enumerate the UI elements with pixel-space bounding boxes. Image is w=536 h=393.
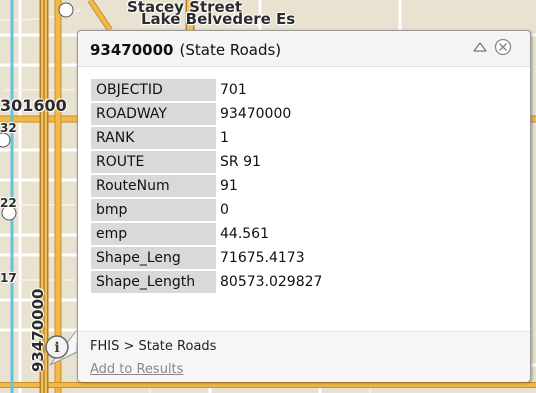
attribute-value: SR 91 <box>216 151 508 173</box>
popup-footer: FHIS > State Roads Add to Results <box>78 331 530 382</box>
attribute-row: RouteNum 91 <box>91 175 508 197</box>
attribute-key: RouteNum <box>91 175 216 197</box>
circle-x-icon[interactable] <box>494 38 512 56</box>
popup-title-id: 93470000 <box>90 41 174 59</box>
map-side-label: 22 <box>0 196 17 210</box>
triangle-up-icon[interactable] <box>472 39 488 55</box>
attribute-row: OBJECTID 701 <box>91 79 508 101</box>
attribute-key: OBJECTID <box>91 79 216 101</box>
attribute-value: 0 <box>216 199 508 221</box>
attribute-row: Shape_Length 80573.029827 <box>91 271 508 293</box>
map-route-label: 301600 <box>0 96 67 115</box>
popup-title: 93470000 (State Roads) <box>90 41 281 59</box>
map-viewer[interactable]: Stacey Street Lake Belvedere Es 301600 9… <box>0 0 536 393</box>
attribute-value: 91 <box>216 175 508 197</box>
attribute-key: emp <box>91 223 216 245</box>
popup-title-layer: (State Roads) <box>179 41 282 59</box>
attribute-key: ROADWAY <box>91 103 216 125</box>
attribute-row: emp 44.561 <box>91 223 508 245</box>
layer-breadcrumb: FHIS > State Roads <box>90 339 217 354</box>
popup-header: 93470000 (State Roads) <box>78 31 530 67</box>
attribute-row: RANK 1 <box>91 127 508 149</box>
attribute-value: 93470000 <box>216 103 508 125</box>
feature-popup: 93470000 (State Roads) OBJECTID 701 ROADW… <box>77 30 531 382</box>
attribute-row: ROADWAY 93470000 <box>91 103 508 125</box>
attribute-row: bmp 0 <box>91 199 508 221</box>
attribute-row: Shape_Leng 71675.4173 <box>91 247 508 269</box>
attribute-key: Shape_Length <box>91 271 216 293</box>
attribute-value: 701 <box>216 79 508 101</box>
map-side-label: 32 <box>0 121 17 135</box>
attribute-row: ROUTE SR 91 <box>91 151 508 173</box>
attribute-value: 1 <box>216 127 508 149</box>
attribute-table: OBJECTID 701 ROADWAY 93470000 RANK 1 ROU… <box>91 77 508 295</box>
attribute-value: 80573.029827 <box>216 271 508 293</box>
info-glyph: i <box>54 340 59 356</box>
add-to-results-link[interactable]: Add to Results <box>90 362 183 377</box>
attribute-key: bmp <box>91 199 216 221</box>
map-street-label-2: Lake Belvedere Es <box>141 10 296 28</box>
attribute-key: ROUTE <box>91 151 216 173</box>
map-side-label: 17 <box>0 271 17 285</box>
info-icon[interactable]: i <box>44 334 70 360</box>
attribute-key: RANK <box>91 127 216 149</box>
attribute-value: 71675.4173 <box>216 247 508 269</box>
attribute-key: Shape_Leng <box>91 247 216 269</box>
attribute-value: 44.561 <box>216 223 508 245</box>
